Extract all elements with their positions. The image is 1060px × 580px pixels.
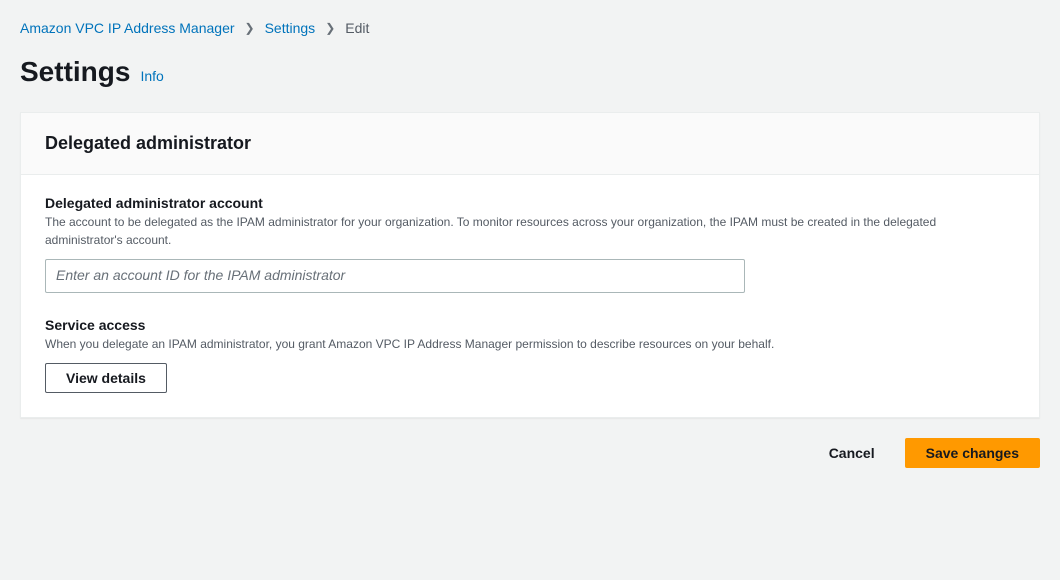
footer-actions: Cancel Save changes [20, 438, 1040, 468]
panel-header: Delegated administrator [21, 113, 1039, 175]
breadcrumb-link-ipam[interactable]: Amazon VPC IP Address Manager [20, 20, 235, 36]
page-header: Settings Info [20, 56, 1040, 88]
cancel-button[interactable]: Cancel [809, 438, 895, 468]
service-access-field: Service access When you delegate an IPAM… [45, 317, 1015, 393]
view-details-button[interactable]: View details [45, 363, 167, 393]
panel-title: Delegated administrator [45, 133, 1015, 154]
breadcrumb: Amazon VPC IP Address Manager ❯ Settings… [20, 20, 1040, 36]
chevron-right-icon: ❯ [245, 21, 255, 35]
delegated-account-label: Delegated administrator account [45, 195, 1015, 211]
service-access-description: When you delegate an IPAM administrator,… [45, 335, 1015, 353]
breadcrumb-current: Edit [345, 20, 369, 36]
info-link[interactable]: Info [140, 68, 163, 84]
delegated-account-field: Delegated administrator account The acco… [45, 195, 1015, 293]
service-access-label: Service access [45, 317, 1015, 333]
delegated-account-input[interactable] [45, 259, 745, 293]
page-title: Settings [20, 56, 130, 88]
delegated-account-description: The account to be delegated as the IPAM … [45, 213, 1015, 249]
delegated-admin-panel: Delegated administrator Delegated admini… [20, 112, 1040, 418]
chevron-right-icon: ❯ [325, 21, 335, 35]
save-button[interactable]: Save changes [905, 438, 1040, 468]
breadcrumb-link-settings[interactable]: Settings [265, 20, 316, 36]
panel-body: Delegated administrator account The acco… [21, 175, 1039, 417]
